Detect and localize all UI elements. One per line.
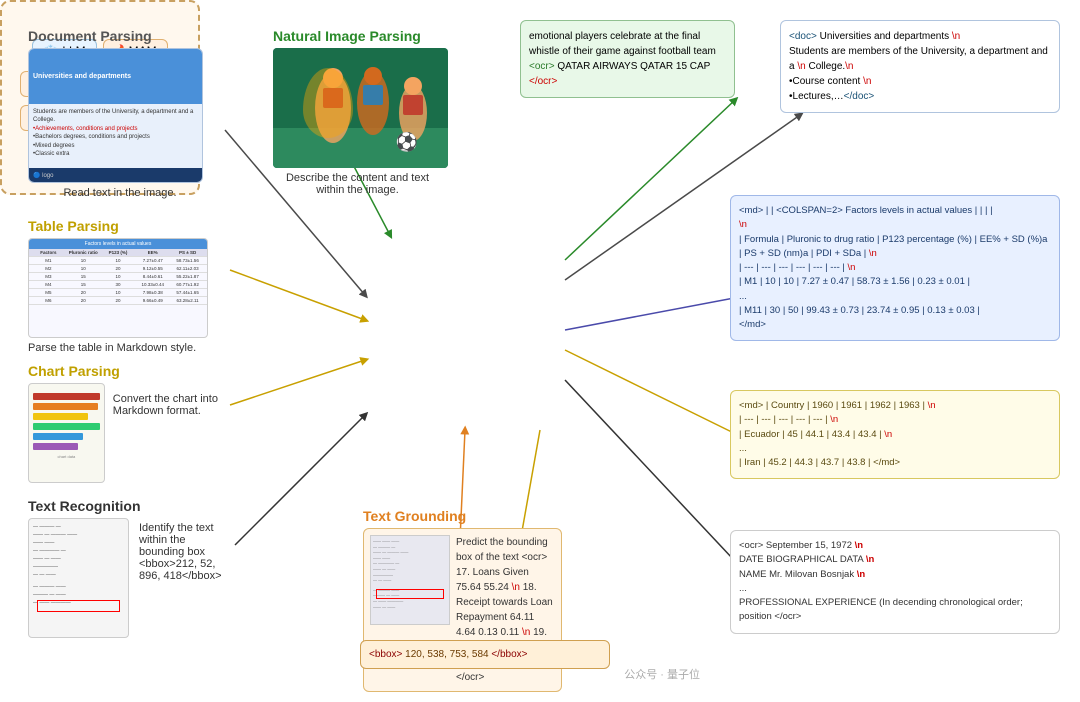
- chart-bar-4: [33, 423, 100, 430]
- table-parsing-caption: Parse the table in Markdown style.: [28, 342, 222, 354]
- text-grounding-section: Text Grounding —— —— —— — ——— — —— — ———…: [355, 500, 570, 700]
- output-doc-box: <doc> Universities and departments \n St…: [780, 20, 1060, 113]
- text-grounding-image: —— —— —— — ——— — —— — ——— —— —— —— — ———…: [370, 535, 450, 625]
- document-parsing-caption: Read text in the image.: [28, 187, 212, 199]
- output-country-box: <md> | Country | 1960 | 1961 | 1962 | 19…: [730, 390, 1060, 479]
- output-table-md-box: <md> | | <COLSPAN=2> Factors levels in a…: [730, 195, 1060, 341]
- output-ocr-text-box: emotional players celebrate at the final…: [520, 20, 735, 98]
- chart-bar-1: [33, 393, 100, 400]
- text-grounding-title: Text Grounding: [363, 508, 562, 524]
- chart-bar-2: [33, 403, 100, 410]
- output-bio-box: <ocr> September 15, 1972 \n DATE BIOGRAP…: [730, 530, 1060, 634]
- chart-bars: [33, 393, 100, 450]
- text-recognition-title: Text Recognition: [28, 498, 227, 514]
- document-parsing-img-header: Universities and departments: [29, 49, 202, 104]
- chart-bar-6: [33, 443, 100, 450]
- table-parsing-section: Table Parsing Factors levels in actual v…: [20, 210, 230, 362]
- watermark: 公众号 · 量子位: [624, 666, 700, 682]
- text-recognition-image: — ——— — —— — ——— —— —— —— — ———— — —— — …: [28, 518, 129, 638]
- table-parsing-image: Factors levels in actual values FactorsP…: [28, 238, 208, 338]
- chart-parsing-section: Chart Parsing: [20, 355, 230, 491]
- chart-parsing-title: Chart Parsing: [28, 363, 222, 379]
- text-recognition-caption: Identify the text within the bounding bo…: [137, 518, 227, 582]
- document-parsing-title: Document Parsing: [28, 28, 212, 44]
- natural-image-parsing-image: [273, 48, 448, 168]
- chart-parsing-caption-text: Convert the chart into Markdown format.: [113, 383, 222, 417]
- chart-bar-5: [33, 433, 100, 440]
- table-parsing-title: Table Parsing: [28, 218, 222, 234]
- text-recognition-section: Text Recognition — ——— — —— — ——— —— —— …: [20, 490, 235, 646]
- output-bbox-box: <bbox> 120, 538, 753, 584 </bbox>: [360, 640, 610, 669]
- document-parsing-section: Document Parsing Universities and depart…: [20, 20, 220, 207]
- soccer-svg: [273, 48, 448, 168]
- text-recognition-bbox-highlight: [37, 600, 120, 612]
- table-parsing-rows: FactorsPluronic ratioP123 (%)EE%PS ± SD …: [29, 249, 207, 305]
- natural-image-parsing-caption: Describe the content and text within the…: [273, 172, 442, 196]
- document-parsing-image: Universities and departments Students ar…: [28, 48, 203, 183]
- document-parsing-img-content: Students are members of the University, …: [29, 104, 202, 162]
- chart-bar-3: [33, 413, 100, 420]
- ocr-tag-close: </ocr>: [529, 76, 557, 87]
- ocr-tag-open: <ocr>: [529, 61, 555, 72]
- natural-image-parsing-title: Natural Image Parsing: [273, 28, 442, 44]
- chart-parsing-image: chart data: [28, 383, 105, 483]
- natural-image-parsing-section: Natural Image Parsing Describe the conte…: [265, 20, 450, 204]
- text-grounding-highlight: [376, 589, 444, 599]
- main-container: Document Parsing Universities and depart…: [0, 0, 1080, 702]
- document-parsing-img-footer: 🔵 logo: [29, 168, 202, 182]
